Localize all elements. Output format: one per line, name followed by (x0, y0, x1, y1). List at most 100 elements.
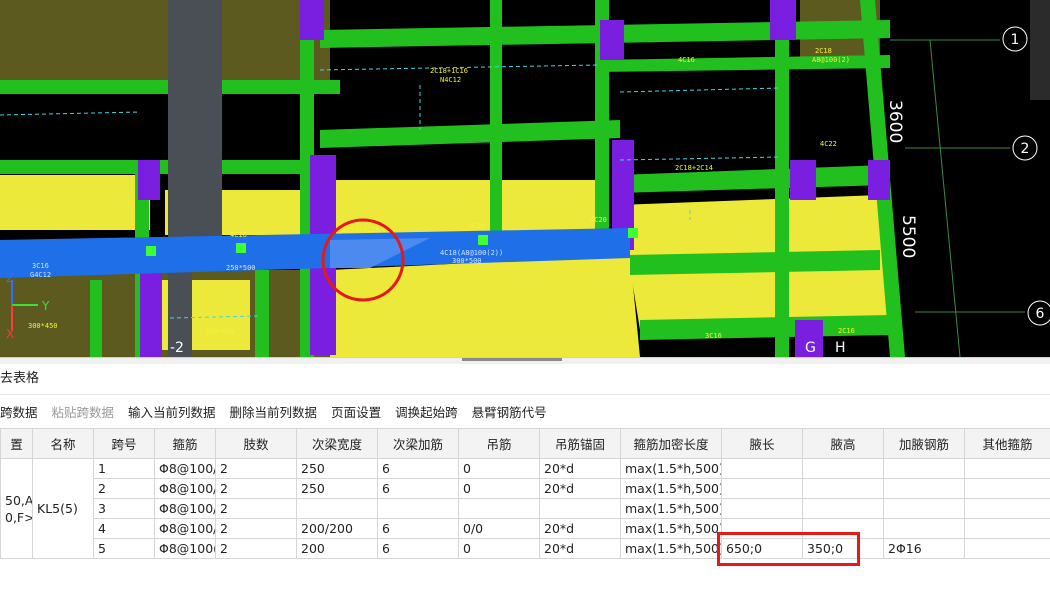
cell-stirrup[interactable]: Φ8@100/ (154, 458, 216, 479)
col-header-dense-length[interactable]: 箍筋加密长度 (620, 428, 722, 459)
grip-marker[interactable] (236, 243, 246, 253)
column-purple (868, 160, 890, 200)
cell-dense-length[interactable]: max(1.5*h,500) (620, 458, 722, 479)
col-header-span[interactable]: 跨号 (93, 428, 155, 459)
col-header-name[interactable]: 名称 (32, 428, 94, 459)
col-header-secondary-add[interactable]: 次梁加筋 (377, 428, 459, 459)
grip-marker[interactable] (146, 246, 156, 256)
cell-legs[interactable]: 2 (215, 498, 297, 519)
grip-marker[interactable] (478, 235, 488, 245)
cell-hanger-anchor[interactable]: 20*d (539, 538, 621, 559)
cell-dense-length[interactable]: max(1.5*h,500) (620, 538, 722, 559)
beam-label: 3C16 (705, 332, 722, 340)
cell-name[interactable]: KL5(5) (32, 458, 94, 559)
toolbar-copy-span-data[interactable]: 跨数据 (0, 402, 38, 421)
toolbar-swap-start-span[interactable]: 调换起始跨 (395, 402, 458, 421)
col-header-secondary-width[interactable]: 次梁宽度 (296, 428, 378, 459)
cell-stirrup[interactable]: Φ8@100/ (154, 498, 216, 519)
col-header-haunch-bar[interactable]: 加腋钢筋 (883, 428, 965, 459)
cell-haunch-bar[interactable] (883, 498, 965, 519)
cell-haunch-height[interactable] (802, 498, 884, 519)
grid-label: -2 (170, 340, 184, 356)
cell-other-stirrup[interactable] (964, 498, 1050, 519)
cell-hanger[interactable]: 0 (458, 538, 540, 559)
cell-legs[interactable]: 2 (215, 518, 297, 539)
cell-haunch-bar[interactable] (883, 458, 965, 479)
cell-span[interactable]: 3 (93, 498, 155, 519)
cell-hanger-anchor[interactable]: 20*d (539, 518, 621, 539)
cell-stirrup[interactable]: Φ8@100( (154, 538, 216, 559)
cell-dense-length[interactable]: max(1.5*h,500) (620, 498, 722, 519)
cad-3d-viewport[interactable]: 1 2 6 3600 5500 2C18+1C16 N4C12 4C18(A8@… (0, 0, 1050, 357)
col-header-hanger-anchor[interactable]: 吊筋锚固 (539, 428, 621, 459)
col-header-legs[interactable]: 肢数 (215, 428, 297, 459)
cell-secondary-add[interactable]: 6 (377, 518, 459, 539)
axis-bubble: 1 (1002, 26, 1028, 52)
table-header-row: 置 名称 跨号 箍筋 肢数 次梁宽度 次梁加筋 吊筋 吊筋锚固 箍筋加密长度 腋… (0, 428, 1050, 459)
slab-olive (0, 0, 330, 80)
cell-secondary-width[interactable]: 250 (296, 458, 378, 479)
beam-green (490, 0, 502, 240)
cell-haunch-bar[interactable] (883, 518, 965, 539)
cell-legs[interactable]: 2 (215, 478, 297, 499)
cell-span[interactable]: 1 (93, 458, 155, 479)
cell-secondary-width[interactable] (296, 498, 378, 519)
cell-stirrup[interactable]: Φ8@100/ (154, 518, 216, 539)
cell-position[interactable]: 50,A; 0,F> (0, 458, 33, 559)
toolbar-page-setup[interactable]: 页面设置 (331, 402, 381, 421)
col-header-hanger[interactable]: 吊筋 (458, 428, 540, 459)
grip-marker[interactable] (628, 228, 638, 238)
cell-span[interactable]: 2 (93, 478, 155, 499)
cell-hanger-anchor[interactable]: 20*d (539, 458, 621, 479)
col-header-position[interactable]: 置 (0, 428, 33, 459)
cell-haunch-length[interactable] (721, 458, 803, 479)
toolbar-cantilever-code[interactable]: 悬臂钢筋代号 (472, 402, 547, 421)
cell-dense-length[interactable]: max(1.5*h,500) (620, 518, 722, 539)
cell-secondary-add[interactable]: 6 (377, 538, 459, 559)
cell-legs[interactable]: 2 (215, 538, 297, 559)
splitter-grip[interactable] (462, 358, 562, 361)
cell-other-stirrup[interactable] (964, 538, 1050, 559)
cell-other-stirrup[interactable] (964, 458, 1050, 479)
cell-legs[interactable]: 2 (215, 458, 297, 479)
panel-splitter[interactable] (0, 357, 1050, 364)
beam-label: 4C22 (820, 140, 837, 148)
cell-hanger[interactable] (458, 498, 540, 519)
toolbar-delete-column-data[interactable]: 删除当前列数据 (230, 402, 318, 421)
col-header-haunch-length[interactable]: 腋长 (721, 428, 803, 459)
cell-secondary-width[interactable]: 250 (296, 478, 378, 499)
column-purple (138, 160, 160, 200)
cell-other-stirrup[interactable] (964, 478, 1050, 499)
cell-stirrup[interactable]: Φ8@100/ (154, 478, 216, 499)
beam-label: 4C18(A8@100(2)) (440, 249, 503, 257)
cell-span[interactable]: 4 (93, 518, 155, 539)
view-tools-strip[interactable] (1030, 0, 1050, 100)
cell-hanger[interactable]: 0 (458, 478, 540, 499)
column-purple (300, 0, 324, 40)
col-header-haunch-height[interactable]: 腋高 (802, 428, 884, 459)
cell-hanger-anchor[interactable] (539, 498, 621, 519)
cell-secondary-add[interactable]: 6 (377, 478, 459, 499)
beam-label: 3C16 (32, 262, 49, 270)
cell-haunch-length[interactable] (721, 498, 803, 519)
cell-haunch-length[interactable] (721, 478, 803, 499)
cell-other-stirrup[interactable] (964, 518, 1050, 539)
cell-hanger[interactable]: 0/0 (458, 518, 540, 539)
cell-secondary-width[interactable]: 200/200 (296, 518, 378, 539)
cell-secondary-width[interactable]: 200 (296, 538, 378, 559)
cell-haunch-bar[interactable]: 2Φ16 (883, 538, 965, 559)
cell-haunch-bar[interactable] (883, 478, 965, 499)
cell-span[interactable]: 5 (93, 538, 155, 559)
cell-hanger-anchor[interactable]: 20*d (539, 478, 621, 499)
cell-dense-length[interactable]: max(1.5*h,500) (620, 478, 722, 499)
cell-secondary-add[interactable] (377, 498, 459, 519)
toolbar-paste-span-data[interactable]: 粘贴跨数据 (52, 402, 115, 421)
col-header-other-stirrup[interactable]: 其他箍筋 (964, 428, 1050, 459)
cell-haunch-height[interactable] (802, 458, 884, 479)
cell-secondary-add[interactable]: 6 (377, 458, 459, 479)
cad-drawing: 1 2 6 3600 5500 2C18+1C16 N4C12 4C18(A8@… (0, 0, 1050, 357)
toolbar-input-column-data[interactable]: 输入当前列数据 (128, 402, 216, 421)
cell-haunch-height[interactable] (802, 478, 884, 499)
cell-hanger[interactable]: 0 (458, 458, 540, 479)
col-header-stirrup[interactable]: 箍筋 (154, 428, 216, 459)
